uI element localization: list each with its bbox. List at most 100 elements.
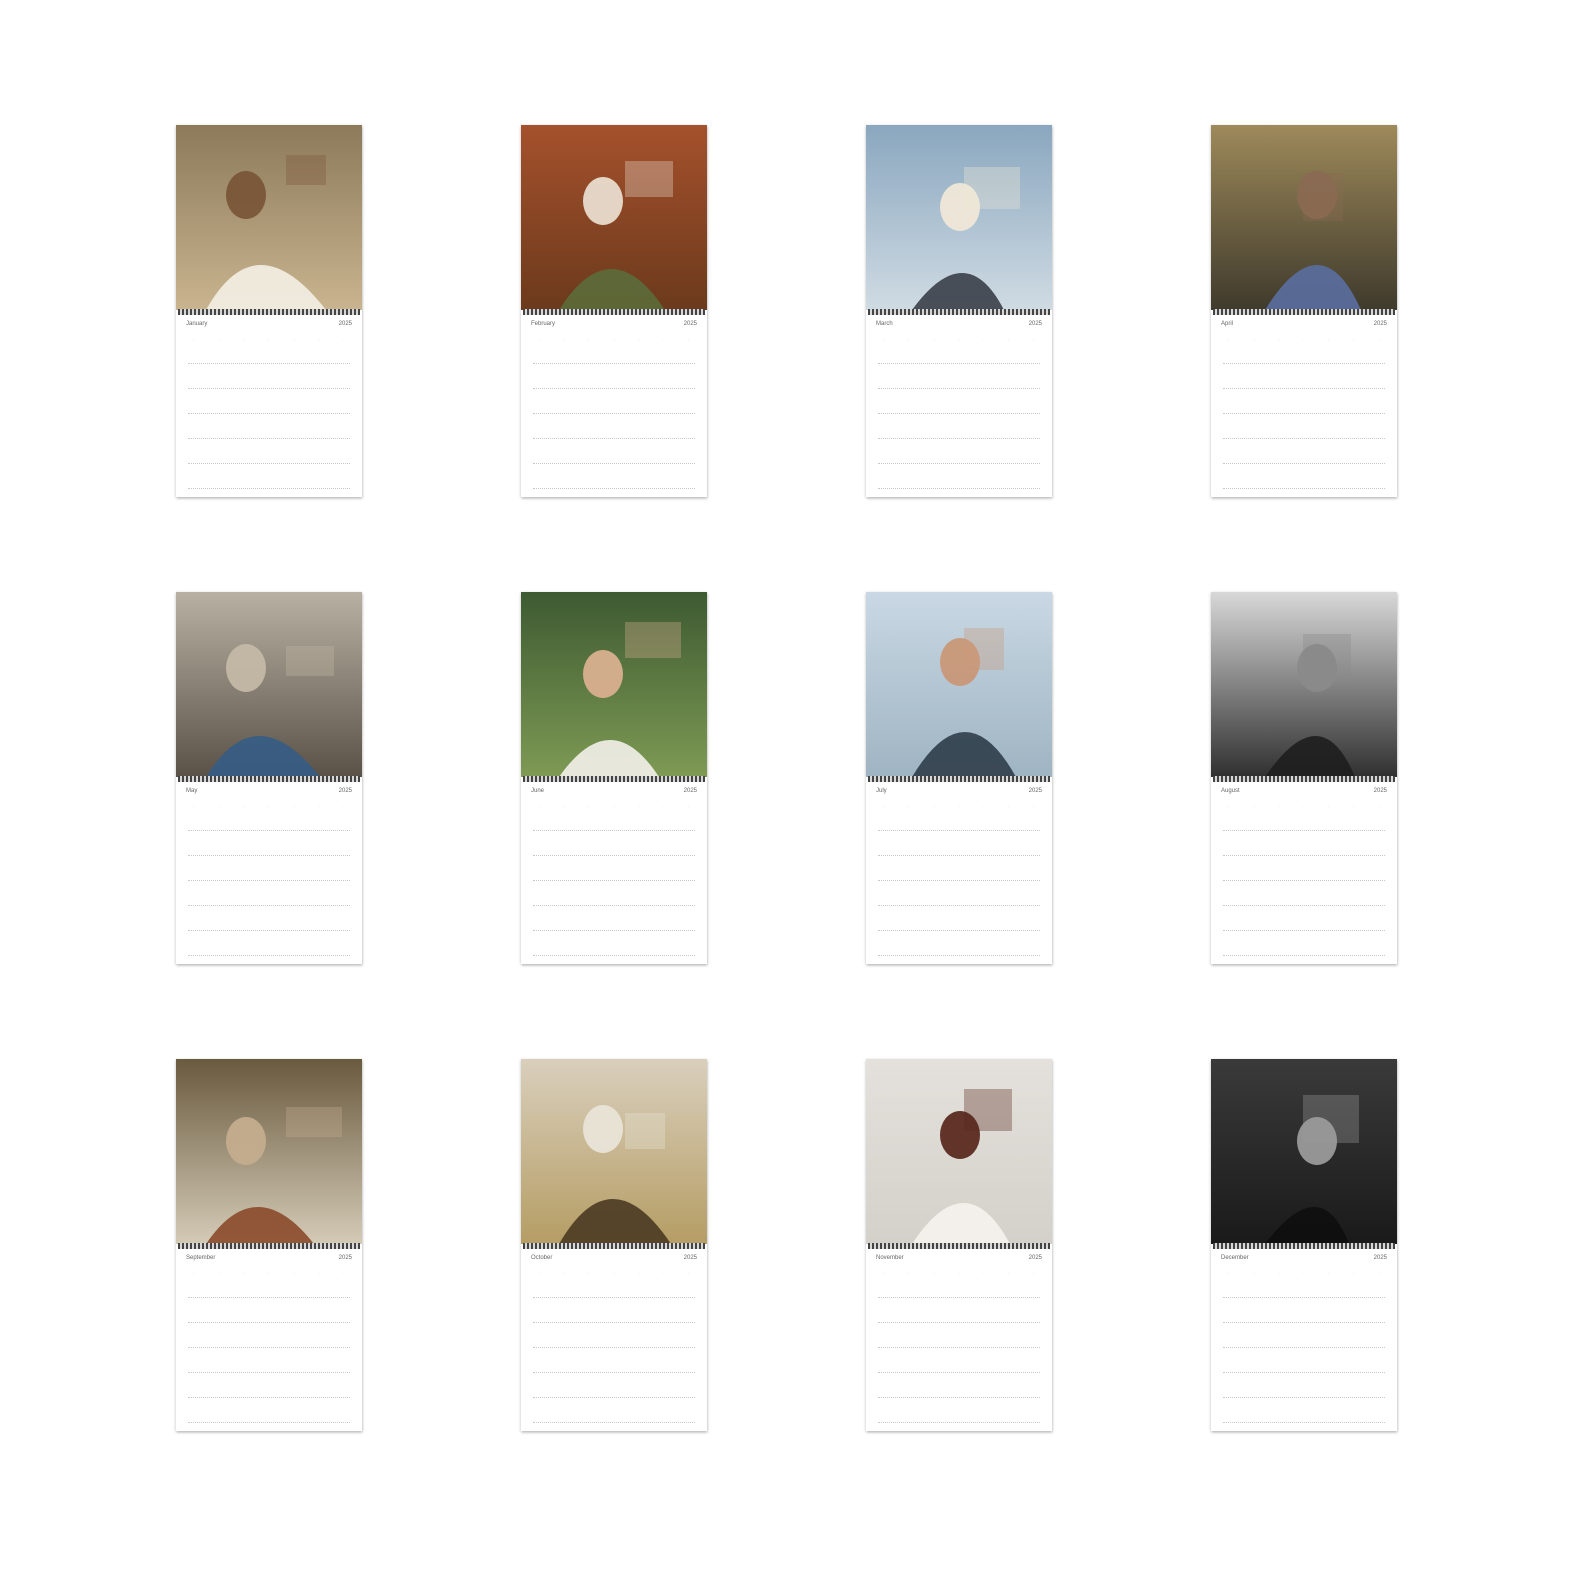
spiral-binding	[868, 776, 1050, 782]
month-header: September 2025	[186, 1255, 352, 1265]
week-row	[533, 905, 695, 906]
week-row	[878, 488, 1040, 489]
month-label: October	[531, 1255, 553, 1261]
weekday-glyph: ·	[1033, 1271, 1035, 1277]
week-row	[533, 1422, 695, 1423]
weekday-glyph: ·	[958, 804, 960, 810]
calendar-page: February 2025 · · · · · · ·	[521, 125, 707, 497]
weekday-glyph: ·	[1378, 1271, 1380, 1277]
spiral-binding	[1213, 309, 1395, 315]
weekday-glyph: ·	[243, 1271, 245, 1277]
weekday-glyph: ·	[958, 1271, 960, 1277]
month-grid: May 2025 · · · · · · ·	[176, 784, 362, 962]
weekday-row: · · · · · · ·	[1219, 337, 1389, 345]
weekday-glyph: ·	[268, 1271, 270, 1277]
week-row	[878, 1347, 1040, 1348]
weekday-glyph: ·	[1303, 337, 1305, 343]
weekday-glyph: ·	[1328, 804, 1330, 810]
week-row	[1223, 1347, 1385, 1348]
week-row	[533, 1322, 695, 1323]
month-label: February	[531, 321, 556, 327]
weekday-glyph: ·	[663, 337, 665, 343]
weekday-glyph: ·	[538, 1271, 540, 1277]
week-row	[878, 1372, 1040, 1373]
weekday-glyph: ·	[1253, 337, 1255, 343]
week-row	[188, 930, 350, 931]
calendar-page: August 2025 · · · · · · ·	[1211, 592, 1397, 964]
month-label: August	[1221, 788, 1240, 794]
week-row	[188, 438, 350, 439]
year-label: 2025	[1373, 321, 1387, 327]
spiral-binding	[523, 1243, 705, 1249]
month-header: August 2025	[1221, 788, 1387, 798]
week-row	[1223, 830, 1385, 831]
weekday-glyph: ·	[243, 804, 245, 810]
weekday-glyph: ·	[1303, 1271, 1305, 1277]
photo-man-in-suit	[866, 1059, 1052, 1244]
week-row	[878, 1322, 1040, 1323]
weekday-row: · · · · · · ·	[529, 337, 699, 345]
spiral-binding	[178, 309, 360, 315]
month-label: December	[1221, 1255, 1249, 1261]
month-label: June	[531, 788, 545, 794]
weekday-glyph: ·	[343, 804, 345, 810]
week-row	[533, 855, 695, 856]
week-row	[533, 955, 695, 956]
month-label: April	[1221, 321, 1234, 327]
month-header: December 2025	[1221, 1255, 1387, 1265]
weekday-glyph: ·	[1353, 804, 1355, 810]
week-row	[533, 413, 695, 414]
week-row	[533, 880, 695, 881]
photo-man-in-room	[176, 1059, 362, 1244]
week-row	[188, 905, 350, 906]
week-row	[878, 955, 1040, 956]
week-row	[533, 438, 695, 439]
week-row	[533, 363, 695, 364]
weekday-glyph: ·	[318, 1271, 320, 1277]
year-label: 2025	[338, 321, 352, 327]
year-label: 2025	[338, 1255, 352, 1261]
weekday-glyph: ·	[218, 1271, 220, 1277]
weekday-glyph: ·	[563, 1271, 565, 1277]
spiral-binding	[1213, 776, 1395, 782]
month-header: May 2025	[186, 788, 352, 798]
weekday-glyph: ·	[1253, 804, 1255, 810]
calendar-page: June 2025 · · · · · · ·	[521, 592, 707, 964]
photo-man-black-white-tuxedo	[1211, 1059, 1397, 1244]
week-row	[1223, 463, 1385, 464]
weekday-glyph: ·	[1278, 1271, 1280, 1277]
weekday-glyph: ·	[1033, 804, 1035, 810]
weekday-row: · · · · · · ·	[529, 804, 699, 812]
photo-man-at-pool	[866, 592, 1052, 777]
weekday-glyph: ·	[613, 1271, 615, 1277]
weekday-glyph: ·	[663, 1271, 665, 1277]
spiral-binding	[868, 1243, 1050, 1249]
week-row	[878, 463, 1040, 464]
week-row	[188, 1322, 350, 1323]
weekday-glyph: ·	[1008, 1271, 1010, 1277]
week-row	[1223, 1322, 1385, 1323]
year-label: 2025	[338, 788, 352, 794]
weekday-glyph: ·	[538, 804, 540, 810]
month-header: April 2025	[1221, 321, 1387, 331]
month-header: July 2025	[876, 788, 1042, 798]
calendar-page: April 2025 · · · · · · ·	[1211, 125, 1397, 497]
weekday-glyph: ·	[193, 1271, 195, 1277]
weekday-glyph: ·	[663, 804, 665, 810]
week-row	[533, 1297, 695, 1298]
weekday-glyph: ·	[193, 337, 195, 343]
calendar-page: December 2025 · · · · · · ·	[1211, 1059, 1397, 1431]
photo-man-kissing-dog	[176, 125, 362, 310]
week-row	[533, 1397, 695, 1398]
year-label: 2025	[1028, 1255, 1042, 1261]
spiral-binding	[523, 776, 705, 782]
week-row	[1223, 955, 1385, 956]
weekday-glyph: ·	[243, 337, 245, 343]
weekday-glyph: ·	[343, 1271, 345, 1277]
weekday-glyph: ·	[958, 337, 960, 343]
week-row	[1223, 855, 1385, 856]
weekday-glyph: ·	[1378, 337, 1380, 343]
weekday-glyph: ·	[293, 1271, 295, 1277]
week-row	[188, 1297, 350, 1298]
week-row	[188, 463, 350, 464]
